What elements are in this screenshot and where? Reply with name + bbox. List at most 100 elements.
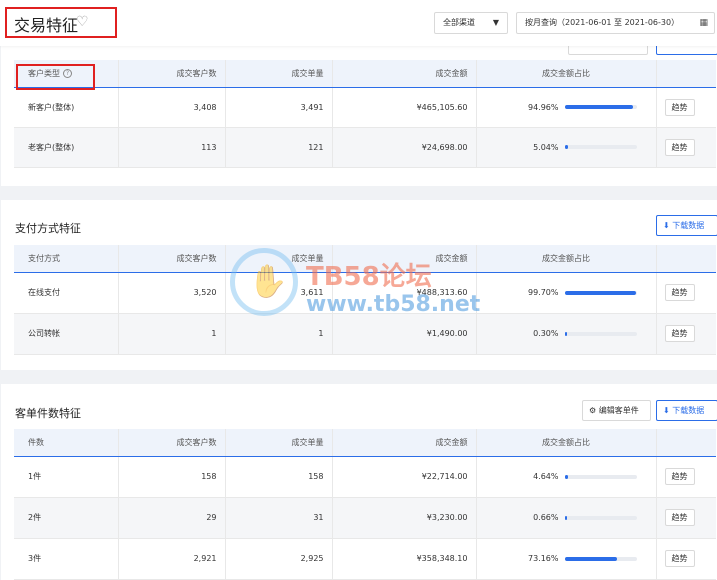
row-label: 公司转帐 (14, 313, 119, 355)
gear-icon: ⚙ (589, 406, 599, 415)
column-header-amount: 成交金额 (332, 429, 477, 457)
share-bar-fill (564, 515, 567, 520)
share-bar-fill (564, 474, 568, 479)
trend-button[interactable]: 趋势 (664, 468, 695, 485)
amount-cell: ¥358,348.10 (332, 538, 477, 580)
action-cell: 趋势 (656, 87, 716, 128)
heart-icon[interactable]: ♡ (76, 14, 89, 30)
share-cell: 5.04% (476, 127, 657, 168)
customers-cell: 113 (118, 127, 226, 168)
row-label: 2件 (14, 497, 119, 539)
share-value: 94.96% (527, 102, 559, 112)
share-bar-fill (564, 290, 637, 295)
share-value: 73.16% (527, 554, 559, 563)
customers-cell: 2,921 (118, 538, 226, 580)
row-label: 老客户(整体) (14, 127, 119, 168)
channel-select[interactable]: 全部渠道 ▼ (434, 12, 508, 34)
table-row: 1件 158 158 ¥22,714.00 4.64% 趋势 (14, 456, 716, 498)
column-header-amount: 成交金额 (332, 60, 477, 88)
amount-cell: ¥22,714.00 (332, 456, 477, 498)
trend-button[interactable]: 趋势 (664, 325, 695, 342)
customers-cell: 1 (118, 313, 226, 355)
date-range-picker[interactable]: 按月查询（2021-06-01 至 2021-06-30） ▦ (516, 12, 715, 34)
table-row: 在线支付 3,520 3,611 ¥488,313.60 99.70% 趋势 (14, 272, 716, 314)
table-header-row: 件数 成交客户数 成交单量 成交金额 成交金额占比 (14, 429, 716, 457)
share-cell: 99.70% (476, 272, 657, 314)
customers-cell: 3,520 (118, 272, 226, 314)
row-label: 3件 (14, 538, 119, 580)
share-bar (564, 515, 637, 520)
column-header-item-count: 件数 (14, 429, 119, 457)
amount-cell: ¥1,490.00 (332, 313, 477, 355)
column-header-actions (656, 429, 716, 457)
table-row: 公司转帐 1 1 ¥1,490.00 0.30% 趋势 (14, 313, 716, 355)
section-title: 客单件数特征 (15, 407, 81, 420)
share-bar-fill (564, 145, 569, 149)
table-row: 3件 2,921 2,925 ¥358,348.10 73.16% 趋势 (14, 538, 716, 580)
column-header-orders: 成交单量 (225, 429, 333, 457)
download-button[interactable]: ⬇ 下载数据 (656, 215, 717, 236)
caret-down-icon: ▼ (492, 18, 499, 27)
column-header-customers: 成交客户数 (118, 60, 226, 88)
amount-cell: ¥3,230.00 (332, 497, 477, 539)
share-cell: 4.64% (476, 456, 657, 498)
orders-cell: 1 (225, 313, 333, 355)
trend-button[interactable]: 趋势 (664, 550, 695, 567)
customers-cell: 29 (118, 497, 226, 539)
column-header-payment-method: 支付方式 (14, 245, 119, 273)
row-label: 在线支付 (14, 272, 119, 314)
amount-cell: ¥488,313.60 (332, 272, 477, 314)
share-value: 5.04% (533, 142, 559, 152)
column-header-share: 成交金额占比 (476, 60, 657, 88)
action-cell: 趋势 (656, 456, 716, 498)
customer-type-highlight-box (16, 64, 95, 90)
row-label: 1件 (14, 456, 119, 498)
edit-item-count-button[interactable]: ⚙ 编辑客单件 (582, 400, 651, 421)
download-button[interactable]: ⬇ 下载数据 (656, 400, 717, 421)
action-cell: 趋势 (656, 272, 716, 314)
row-label: 新客户(整体) (14, 87, 119, 128)
trend-button[interactable]: 趋势 (664, 98, 695, 116)
column-header-customers: 成交客户数 (118, 429, 226, 457)
trend-button[interactable]: 趋势 (664, 509, 695, 526)
action-cell: 趋势 (656, 497, 716, 539)
share-cell: 73.16% (476, 538, 657, 580)
orders-cell: 3,611 (225, 272, 333, 314)
share-bar-fill (564, 331, 567, 336)
column-header-customers: 成交客户数 (118, 245, 226, 273)
share-cell: 0.66% (476, 497, 657, 539)
customers-cell: 3,408 (118, 87, 226, 128)
trend-button[interactable]: 趋势 (664, 138, 695, 156)
calendar-icon: ▦ (699, 18, 708, 28)
share-value: 0.30% (533, 329, 559, 338)
page-title: 交易特征 (14, 16, 79, 35)
share-bar-fill (564, 556, 618, 561)
share-bar (564, 331, 637, 336)
orders-cell: 2,925 (225, 538, 333, 580)
column-header-actions (656, 245, 716, 273)
customers-cell: 158 (118, 456, 226, 498)
column-header-share: 成交金额占比 (476, 245, 657, 273)
share-bar (564, 290, 637, 295)
date-range-value: 按月查询（2021-06-01 至 2021-06-30） (525, 18, 680, 27)
channel-select-value: 全部渠道 (443, 18, 475, 27)
table-row: 老客户(整体) 113 121 ¥24,698.00 5.04% 趋势 (14, 127, 716, 168)
column-header-orders: 成交单量 (225, 60, 333, 88)
action-cell: 趋势 (656, 538, 716, 580)
download-icon: ⬇ (663, 406, 673, 415)
share-bar (564, 474, 637, 479)
amount-cell: ¥465,105.60 (332, 87, 477, 128)
share-bar (564, 556, 637, 561)
customer-type-table: 客户类型? 成交客户数 成交单量 成交金额 成交金额占比 新客户(整体) 3,4… (14, 60, 716, 168)
column-header-amount: 成交金额 (332, 245, 477, 273)
orders-cell: 31 (225, 497, 333, 539)
column-header-share: 成交金额占比 (476, 429, 657, 457)
table-header-row: 支付方式 成交客户数 成交单量 成交金额 成交金额占比 (14, 245, 716, 273)
payment-method-table: 支付方式 成交客户数 成交单量 成交金额 成交金额占比 在线支付 3,520 3… (14, 245, 716, 355)
action-cell: 趋势 (656, 127, 716, 168)
orders-cell: 3,491 (225, 87, 333, 128)
amount-cell: ¥24,698.00 (332, 127, 477, 168)
orders-cell: 158 (225, 456, 333, 498)
trend-button[interactable]: 趋势 (664, 284, 695, 301)
orders-cell: 121 (225, 127, 333, 168)
